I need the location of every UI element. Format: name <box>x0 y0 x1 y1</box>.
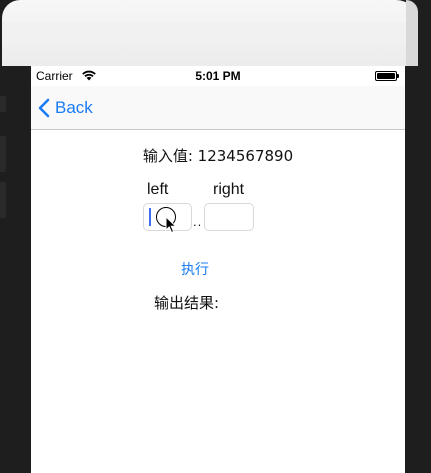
chevron-left-icon <box>38 98 50 118</box>
input-value-label: 输入值: 1234567890 <box>142 147 294 165</box>
back-button[interactable]: Back <box>38 95 93 121</box>
battery-fill <box>377 73 395 79</box>
simulator-title-bar <box>2 0 418 67</box>
mute-switch <box>0 96 6 112</box>
battery-icon <box>375 71 399 81</box>
mouse-pointer-icon <box>165 216 177 234</box>
run-button[interactable]: 执行 <box>181 259 209 279</box>
title-bar-edge <box>406 0 418 66</box>
status-bar: Carrier 5:01 PM <box>31 66 405 86</box>
volume-up-button <box>0 136 6 172</box>
simulator-window: Carrier 5:01 PM Back 输入值: 1234567890 lef… <box>0 0 431 473</box>
right-input[interactable] <box>204 203 254 231</box>
left-label: left <box>147 181 169 198</box>
device-left-bezel <box>0 66 31 473</box>
range-separator: .. <box>193 214 203 229</box>
navigation-bar: Back <box>31 86 405 130</box>
right-label: right <box>213 181 245 198</box>
output-result-label: 输出结果: <box>154 294 220 312</box>
device-right-bezel <box>405 66 431 473</box>
device-screen: Carrier 5:01 PM Back 输入值: 1234567890 lef… <box>31 66 405 473</box>
status-time: 5:01 PM <box>195 69 241 83</box>
text-caret <box>149 208 151 226</box>
back-label: Back <box>55 98 93 117</box>
volume-down-button <box>0 182 6 218</box>
title-bar-band <box>2 22 418 44</box>
